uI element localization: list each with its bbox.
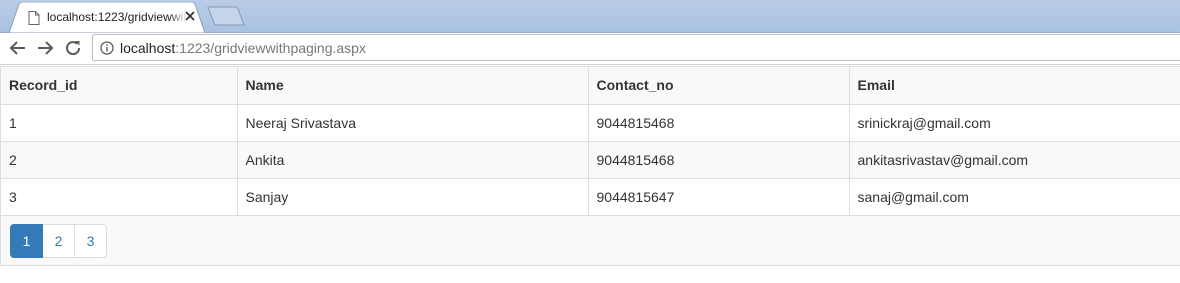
cell-contact-no: 9044815468 [587,140,850,179]
back-arrow-icon[interactable] [7,37,29,59]
records-table: Record_id Name Contact_no Email 1 Neeraj… [1,67,1180,216]
cell-record-id: 2 [1,140,238,179]
url-text[interactable]: localhost:1223/gridviewwithpaging.aspx [120,40,366,56]
url-path: :1223/gridviewwithpaging.aspx [175,40,366,56]
reload-icon[interactable] [62,37,84,59]
cell-email: sanaj@gmail.com [848,177,1180,216]
tab-title: localhost:1223/gridviewwithpaging.aspx [47,10,185,24]
cell-email: srinickraj@gmail.com [848,103,1180,142]
table-row: 3 Sanjay 9044815647 sanaj@gmail.com [1,177,1180,216]
column-header-contact-no: Contact_no [587,67,850,105]
cell-name: Ankita [236,140,589,179]
column-header-record-id: Record_id [1,67,238,105]
header-row: Record_id Name Contact_no Email [1,67,1180,105]
cell-contact-no: 9044815647 [587,177,850,216]
column-header-email: Email [848,67,1180,105]
cell-contact-no: 9044815468 [587,103,850,142]
column-header-name: Name [236,67,589,105]
cell-name: Neeraj Srivastava [236,103,589,142]
url-host: localhost [120,40,176,56]
cell-record-id: 1 [1,103,238,142]
gridview: Record_id Name Contact_no Email 1 Neeraj… [0,66,1180,266]
forward-arrow-icon[interactable] [34,37,56,59]
page-icon [28,11,40,25]
cell-record-id: 3 [1,177,238,216]
browser-tab-active[interactable]: localhost:1223/gridviewwithpaging.aspx [9,2,205,33]
info-icon[interactable] [100,41,114,55]
browser-toolbar: localhost:1223/gridviewwithpaging.aspx [0,33,1180,65]
page-link-2[interactable]: 2 [42,224,75,258]
page-link-1-current[interactable]: 1 [10,224,43,258]
address-bar[interactable]: localhost:1223/gridviewwithpaging.aspx [92,34,1180,61]
table-row: 2 Ankita 9044815468 ankitasrivastav@gmai… [1,140,1180,179]
pagination: 1 2 3 [10,224,107,258]
cell-name: Sanjay [236,177,589,216]
new-tab-button[interactable] [207,6,245,26]
cell-email: ankitasrivastav@gmail.com [848,140,1180,179]
browser-tabstrip: localhost:1223/gridviewwithpaging.aspx [0,0,1180,33]
page-link-3[interactable]: 3 [74,224,107,258]
close-icon[interactable] [184,10,196,22]
table-row: 1 Neeraj Srivastava 9044815468 srinickra… [1,103,1180,142]
